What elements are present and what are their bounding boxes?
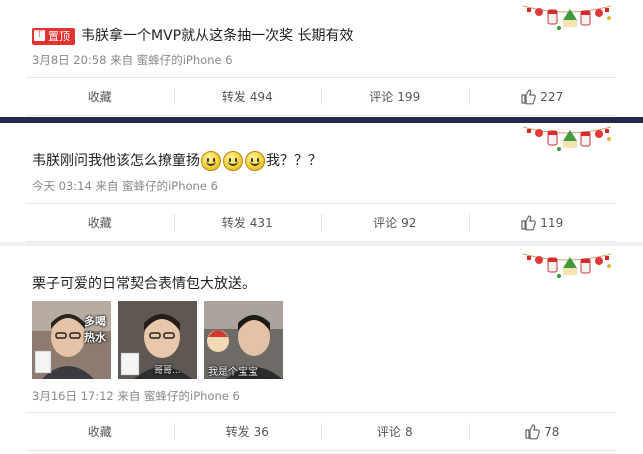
photo-caption: 多喝	[84, 315, 106, 328]
post-meta: 今天 03:14 来自 蜜蜂仔的iPhone 6	[32, 179, 218, 193]
action-bar: 收藏 转发 494 评论 199 227	[26, 77, 616, 116]
photo-thumbnail[interactable]: 多喝 热水	[32, 301, 111, 379]
weibo-post-2: 韦朕刚问我他该怎么撩童扬 我？？？ 今天 03:14 来自 蜜蜂仔的iPhone …	[0, 123, 643, 243]
post-text: 韦朕刚问我他该怎么撩童扬 我？？？	[32, 151, 322, 171]
post-meta: 3月16日 17:12 来自 蜜蜂仔的iPhone 6	[32, 389, 240, 403]
thumbs-up-icon	[521, 88, 537, 104]
photo-thumbnail[interactable]: 哥哥...	[118, 301, 197, 379]
repost-button[interactable]: 转发 494	[173, 78, 322, 115]
pinned-badge: ⊤ 置顶	[32, 27, 75, 45]
post-text: ⊤ 置顶 韦朕拿一个MVP就从这条抽一次奖 长期有效	[32, 25, 354, 45]
weibo-post-1: ⊤ 置顶 韦朕拿一个MVP就从这条抽一次奖 长期有效 3月8日 20:58 来自 蜜…	[0, 0, 643, 120]
thumbs-up-icon	[521, 214, 537, 230]
action-bar: 收藏 转发 431 评论 92 119	[26, 203, 616, 242]
christmas-decoration-icon	[522, 5, 612, 31]
christmas-decoration-icon	[522, 253, 612, 279]
christmas-decoration-icon	[522, 126, 612, 152]
photo-thumbnail[interactable]: 我是个宝宝	[204, 301, 283, 379]
thumbs-up-icon	[525, 423, 540, 439]
photo-caption: 热水	[84, 331, 106, 344]
smiley-face-icon	[201, 151, 221, 171]
photo-grid: 多喝 热水 哥哥... 我是个宝宝	[32, 301, 290, 379]
comment-button[interactable]: 评论 199	[321, 78, 469, 115]
like-button[interactable]: 227	[468, 78, 617, 115]
collect-button[interactable]: 收藏	[26, 413, 174, 450]
repost-button[interactable]: 转发 36	[173, 413, 322, 450]
pin-icon: ⊤	[34, 30, 45, 41]
photo-caption: 哥哥...	[154, 366, 181, 376]
photo-caption: 我是个宝宝	[208, 367, 258, 378]
collect-button[interactable]: 收藏	[26, 204, 174, 241]
action-bar: 收藏 转发 36 评论 8 78	[26, 412, 616, 451]
smiley-face-icon	[245, 151, 265, 171]
like-button[interactable]: 119	[468, 204, 617, 241]
post-text: 栗子可爱的日常契合表情包大放送。	[32, 276, 256, 292]
collect-button[interactable]: 收藏	[26, 78, 174, 115]
smiley-face-icon	[223, 151, 243, 171]
comment-button[interactable]: 评论 8	[321, 413, 469, 450]
repost-button[interactable]: 转发 431	[173, 204, 322, 241]
like-button[interactable]: 78	[468, 413, 617, 450]
post-meta: 3月8日 20:58 来自 蜜蜂仔的iPhone 6	[32, 53, 233, 67]
comment-button[interactable]: 评论 92	[321, 204, 469, 241]
